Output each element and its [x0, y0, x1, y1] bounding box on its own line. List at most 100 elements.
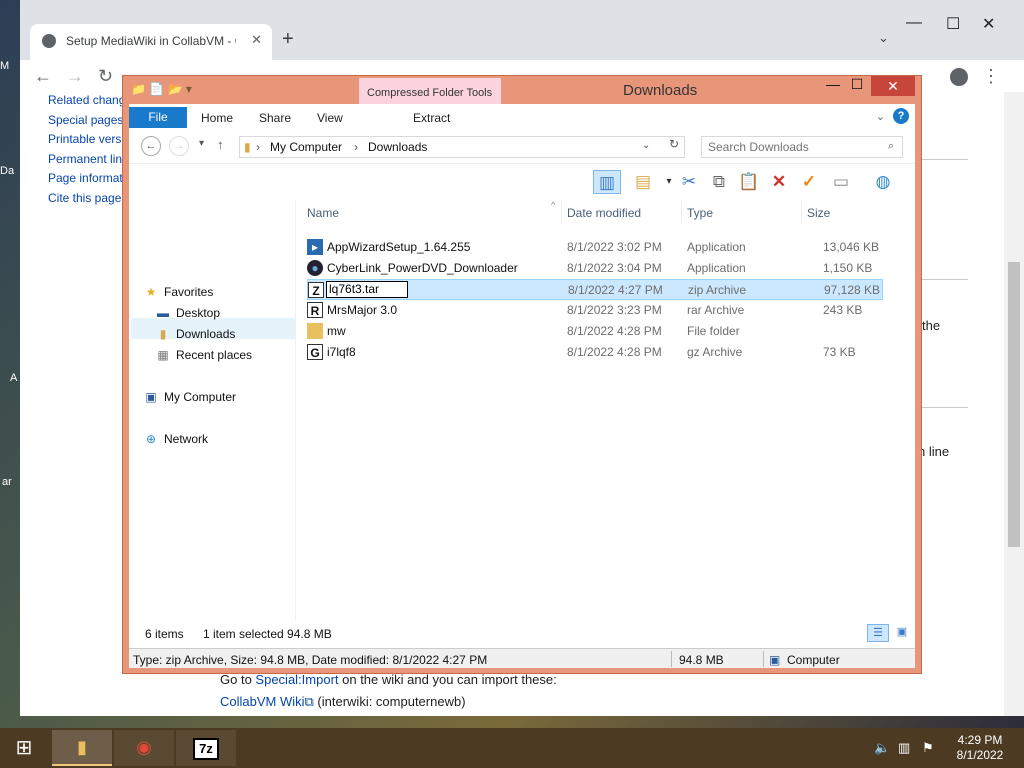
search-input[interactable]	[702, 137, 872, 157]
action-center-icon[interactable]: ⚑	[922, 740, 934, 756]
delete-icon[interactable]: ✕	[765, 170, 793, 194]
globe-icon	[42, 34, 56, 48]
sidebar-link[interactable]: Page informat	[48, 170, 125, 190]
nav-item-my-computer[interactable]: ▣ My Computer	[143, 387, 236, 407]
nav-item-recent-places[interactable]: ▦ Recent places	[155, 345, 252, 365]
file-size: 73 KB	[823, 345, 856, 359]
breadcrumb-downloads[interactable]: Downloads	[368, 140, 427, 154]
tab-home[interactable]: Home	[201, 111, 233, 125]
compressed-folder-tools-tab[interactable]: Compressed Folder Tools	[359, 78, 501, 106]
file-row-selected[interactable]: Z lq76t3.tar 8/1/2022 4:27 PM zip Archiv…	[307, 279, 883, 300]
sidebar-link[interactable]: Permanent lin	[48, 151, 125, 171]
properties-icon[interactable]: ▤	[629, 170, 657, 194]
file-row[interactable]: ▸ AppWizardSetup_1.64.255 8/1/2022 3:02 …	[307, 237, 883, 258]
close-button[interactable]: ✕	[871, 76, 915, 96]
details-view-icon[interactable]: ☰	[867, 624, 889, 642]
rename-input[interactable]: lq76t3.tar	[326, 281, 408, 298]
tab-share[interactable]: Share	[259, 111, 291, 125]
sidebar-link[interactable]: Cite this page	[48, 190, 125, 210]
tab-close-icon[interactable]: ✕	[251, 32, 262, 48]
column-header-date[interactable]: Date modified	[567, 206, 641, 224]
nav-item-downloads[interactable]: ▮ Downloads	[155, 324, 236, 344]
browser-tab[interactable]: Setup MediaWiki in CollabVM - C ✕	[30, 24, 272, 60]
minimize-button[interactable]: —	[821, 76, 845, 96]
sidebar-link[interactable]: Special pages	[48, 112, 125, 132]
sidebar-link[interactable]: Printable vers	[48, 131, 125, 151]
scrollbar-thumb[interactable]	[1008, 262, 1020, 547]
clock-date: 8/1/2022	[956, 748, 1004, 762]
cut-icon[interactable]: ✂	[675, 170, 703, 194]
star-icon: ★	[145, 285, 157, 299]
pane-divider[interactable]	[295, 200, 296, 620]
globe-icon[interactable]: ◍	[869, 170, 897, 194]
clock[interactable]: 4:29 PM 8/1/2022	[944, 733, 1016, 763]
collabvm-wiki-link[interactable]: CollabVM Wiki	[220, 694, 305, 709]
nav-label: My Computer	[164, 390, 237, 404]
column-header-type[interactable]: Type	[687, 206, 713, 224]
profile-avatar[interactable]	[950, 68, 968, 86]
copy-icon[interactable]: ⧉	[705, 170, 733, 194]
maximize-button[interactable]: ☐	[845, 76, 869, 96]
file-type: rar Archive	[687, 303, 745, 317]
column-separator[interactable]	[801, 200, 802, 224]
volume-muted-icon[interactable]: 🔈	[874, 740, 890, 756]
column-header-size[interactable]: Size	[807, 206, 830, 224]
quick-access-toolbar[interactable]: 📁 📄 📂 ▾	[131, 82, 192, 96]
back-icon[interactable]: ←	[34, 66, 52, 87]
nav-label: Favorites	[164, 285, 214, 299]
wiki-text-fragment: n line	[918, 444, 950, 459]
maximize-button[interactable]: ☐	[946, 14, 960, 34]
minimize-button[interactable]: —	[906, 14, 922, 32]
file-row[interactable]: mw 8/1/2022 4:28 PM File folder	[307, 321, 883, 342]
breadcrumb-my-computer[interactable]: My Computer	[270, 140, 342, 154]
refresh-icon[interactable]: ↻	[669, 137, 679, 151]
explorer-titlebar[interactable]: 📁 📄 📂 ▾ Compressed Folder Tools Download…	[123, 76, 921, 106]
preview-pane-icon[interactable]: ▥	[593, 170, 621, 194]
tab-view[interactable]: View	[317, 111, 343, 125]
rename-icon[interactable]: ▭	[827, 170, 855, 194]
help-icon[interactable]: ?	[893, 108, 909, 124]
recent-locations-icon[interactable]: ▾	[199, 138, 204, 149]
file-row[interactable]: R MrsMajor 3.0 8/1/2022 3:23 PM rar Arch…	[307, 300, 883, 321]
tab-search-icon[interactable]: ⌄	[878, 30, 889, 46]
new-tab-button[interactable]: +	[282, 28, 294, 51]
column-separator[interactable]	[681, 200, 682, 224]
chevron-down-icon[interactable]: ⌄	[642, 140, 650, 151]
breadcrumb-separator: ›	[256, 140, 260, 154]
nav-item-network[interactable]: ⊕ Network	[143, 429, 208, 449]
special-import-link[interactable]: Special:Import	[255, 672, 338, 687]
column-separator[interactable]	[561, 200, 562, 224]
tab-extract[interactable]: Extract	[413, 111, 450, 125]
address-bar[interactable]: ▮ › My Computer › Downloads ⌄	[239, 136, 685, 158]
tab-file[interactable]: File	[129, 107, 187, 128]
chrome-taskbar-icon[interactable]: ◉	[114, 730, 174, 766]
forward-icon[interactable]: →	[169, 136, 189, 156]
check-icon[interactable]: ✓	[795, 170, 823, 194]
file-explorer-taskbar-icon[interactable]: ▮	[52, 730, 112, 766]
file-row[interactable]: G i7lqf8 8/1/2022 4:28 PM gz Archive 73 …	[307, 342, 883, 363]
back-icon[interactable]: ←	[141, 136, 161, 156]
nav-item-desktop[interactable]: ▬ Desktop	[155, 303, 220, 323]
forward-icon[interactable]: →	[66, 66, 84, 87]
paste-icon[interactable]: 📋	[735, 170, 763, 194]
sevenzip-taskbar-icon[interactable]: 7z	[176, 730, 236, 766]
reload-icon[interactable]: ↻	[98, 66, 113, 87]
wiki-sidebar: Related chang Special pages Printable ve…	[48, 92, 125, 209]
desktop-fragment: ar	[2, 476, 12, 488]
sidebar-link[interactable]: Related chang	[48, 92, 125, 112]
expand-ribbon-icon[interactable]: ⌄	[876, 110, 885, 123]
wiki-text-fragment: the	[922, 318, 941, 333]
folder-icon: ▮	[244, 140, 251, 154]
file-row[interactable]: ● CyberLink_PowerDVD_Downloader 8/1/2022…	[307, 258, 883, 279]
file-size: 1,150 KB	[823, 261, 873, 275]
up-icon[interactable]: ↑	[217, 137, 224, 152]
nav-item-favorites[interactable]: ★ Favorites	[143, 282, 214, 302]
page-scrollbar[interactable]	[1004, 92, 1024, 716]
search-icon[interactable]: ⌕	[888, 140, 894, 153]
network-icon[interactable]: ▥	[898, 740, 910, 756]
menu-icon[interactable]: ⋮	[982, 66, 1000, 87]
large-icons-view-icon[interactable]: ▣	[891, 624, 913, 642]
close-button[interactable]: ✕	[982, 14, 995, 34]
start-button[interactable]: ⊞	[8, 736, 40, 760]
column-header-name[interactable]: Name	[307, 206, 339, 224]
